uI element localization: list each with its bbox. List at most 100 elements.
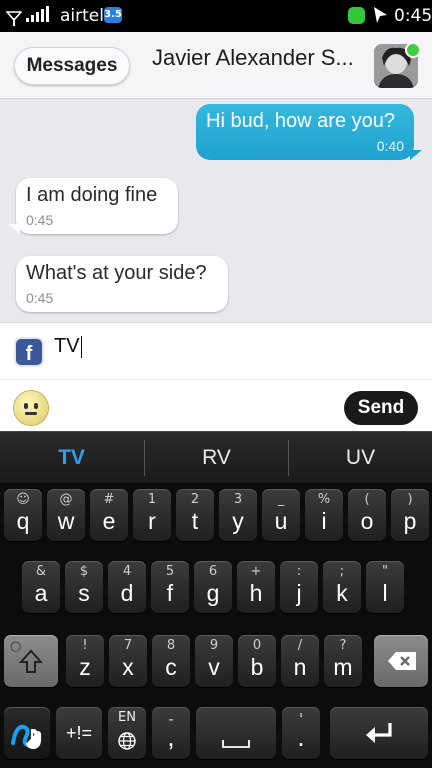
- key-v[interactable]: 9v: [195, 635, 233, 687]
- symbols-key[interactable]: +!=: [56, 707, 102, 759]
- key-h[interactable]: + h: [237, 561, 275, 613]
- language-key-label: EN: [118, 710, 136, 725]
- suggestion-item[interactable]: RV: [145, 432, 288, 483]
- location-arrow-icon: [374, 7, 387, 23]
- message-composer: f TV Send: [0, 322, 432, 431]
- key-char: g: [206, 580, 220, 606]
- key-f[interactable]: 5f: [151, 561, 189, 613]
- key-char: n: [293, 654, 307, 680]
- messages-back-button[interactable]: Messages: [14, 47, 130, 85]
- message-text: Hi bud, how are you?: [206, 110, 396, 132]
- backspace-key[interactable]: [374, 635, 428, 687]
- key-char: z: [79, 654, 91, 680]
- key-char: j: [296, 580, 302, 606]
- key-z[interactable]: ! z: [66, 635, 104, 687]
- key-char: l: [382, 580, 388, 606]
- key-x[interactable]: 7x: [109, 635, 147, 687]
- swype-key[interactable]: [4, 707, 50, 759]
- virtual-keyboard: ☺ q @ w # e 1 r 2 t 3 y _ u% i(o) p & a $ s 4 d 5 f 6 g + h: j; k " l …: [0, 483, 432, 768]
- language-key[interactable]: EN: [108, 707, 146, 759]
- message-text: I am doing fine: [26, 184, 158, 206]
- key-char: y: [232, 508, 244, 534]
- smiley-icon[interactable]: [14, 391, 48, 425]
- message-timestamp: 0:45: [26, 212, 54, 228]
- key-alt-char: ;: [339, 564, 345, 579]
- key-char: r: [148, 508, 156, 534]
- key-alt-char: @: [59, 492, 73, 507]
- key-r[interactable]: 1r: [133, 489, 171, 541]
- key-char: v: [208, 654, 220, 680]
- key-char: h: [249, 580, 263, 606]
- key-y[interactable]: 3y: [219, 489, 257, 541]
- key-alt-char: 8: [166, 638, 176, 653]
- message-bubble-incoming[interactable]: I am doing fine 0:45: [16, 178, 178, 234]
- send-button[interactable]: Send: [344, 391, 418, 425]
- online-status-badge: [405, 42, 421, 58]
- key-a[interactable]: & a: [22, 561, 60, 613]
- key-t[interactable]: 2t: [176, 489, 214, 541]
- key-alt-char: 6: [208, 564, 218, 579]
- key-alt-char: :: [296, 564, 302, 579]
- key-g[interactable]: 6g: [194, 561, 232, 613]
- key-char: k: [336, 580, 348, 606]
- suggestion-item[interactable]: TV: [0, 432, 143, 483]
- key-b[interactable]: 0b: [238, 635, 276, 687]
- key-s[interactable]: $ s: [65, 561, 103, 613]
- key-alt-char: 1: [147, 492, 157, 507]
- bubble-tail: [410, 150, 422, 160]
- key-char: p: [403, 508, 417, 534]
- key-l[interactable]: " l: [366, 561, 404, 613]
- key-alt-char: ": [382, 564, 388, 579]
- key-n[interactable]: / n: [281, 635, 319, 687]
- status-bar: airtel 3.5 0:45: [0, 0, 432, 32]
- key-w[interactable]: @ w: [47, 489, 85, 541]
- key-c[interactable]: 8c: [152, 635, 190, 687]
- key-i[interactable]: % i: [305, 489, 343, 541]
- enter-arrow-icon: [366, 723, 392, 743]
- key-char: c: [165, 654, 177, 680]
- backspace-icon: [388, 652, 416, 670]
- carrier-name: airtel: [60, 6, 104, 26]
- message-timestamp: 0:45: [26, 290, 54, 306]
- key-d[interactable]: 4d: [108, 561, 146, 613]
- comma-key-label: ,: [167, 722, 175, 752]
- period-key-label: .: [297, 722, 305, 752]
- key-o[interactable]: (o: [348, 489, 386, 541]
- key-k[interactable]: ; k: [323, 561, 361, 613]
- message-bubble-outgoing[interactable]: Hi bud, how are you? 0:40: [196, 104, 414, 160]
- key-e[interactable]: # e: [90, 489, 128, 541]
- suggestion-item[interactable]: UV: [289, 432, 432, 483]
- key-p[interactable]: ) p: [391, 489, 429, 541]
- notification-indicator-icon: [348, 7, 365, 24]
- key-alt-char: ?: [339, 638, 347, 653]
- key-q[interactable]: ☺ q: [4, 489, 42, 541]
- key-alt-char: !: [82, 638, 88, 653]
- message-bubble-incoming[interactable]: What's at your side? 0:45: [16, 256, 228, 312]
- key-alt-char: 9: [209, 638, 219, 653]
- key-char: b: [250, 654, 264, 680]
- facebook-icon[interactable]: f: [16, 339, 42, 365]
- key-alt-char: ): [407, 492, 413, 507]
- period-key[interactable]: ' .: [282, 707, 320, 759]
- enter-key[interactable]: [330, 707, 428, 759]
- shift-key[interactable]: ○: [4, 635, 58, 687]
- word-suggestion-bar: TV RV UV: [0, 431, 432, 483]
- key-alt-char: 0: [252, 638, 262, 653]
- message-input[interactable]: TV: [54, 335, 82, 358]
- text-caret: [80, 335, 82, 358]
- space-key[interactable]: [196, 707, 276, 759]
- key-alt-char: +: [250, 564, 262, 579]
- key-char: e: [102, 508, 116, 534]
- contact-name: Javier Alexander S...: [152, 45, 354, 70]
- key-u[interactable]: _ u: [262, 489, 300, 541]
- key-char: f: [166, 580, 174, 606]
- key-char: t: [191, 508, 199, 534]
- key-m[interactable]: ? m: [324, 635, 362, 687]
- key-alt-char: 4: [122, 564, 132, 579]
- comma-key[interactable]: - ,: [152, 707, 190, 759]
- key-char: u: [274, 508, 288, 534]
- key-alt-char: 7: [123, 638, 133, 653]
- key-j[interactable]: :j: [280, 561, 318, 613]
- key-char: s: [78, 580, 90, 606]
- key-alt-char: &: [35, 564, 47, 579]
